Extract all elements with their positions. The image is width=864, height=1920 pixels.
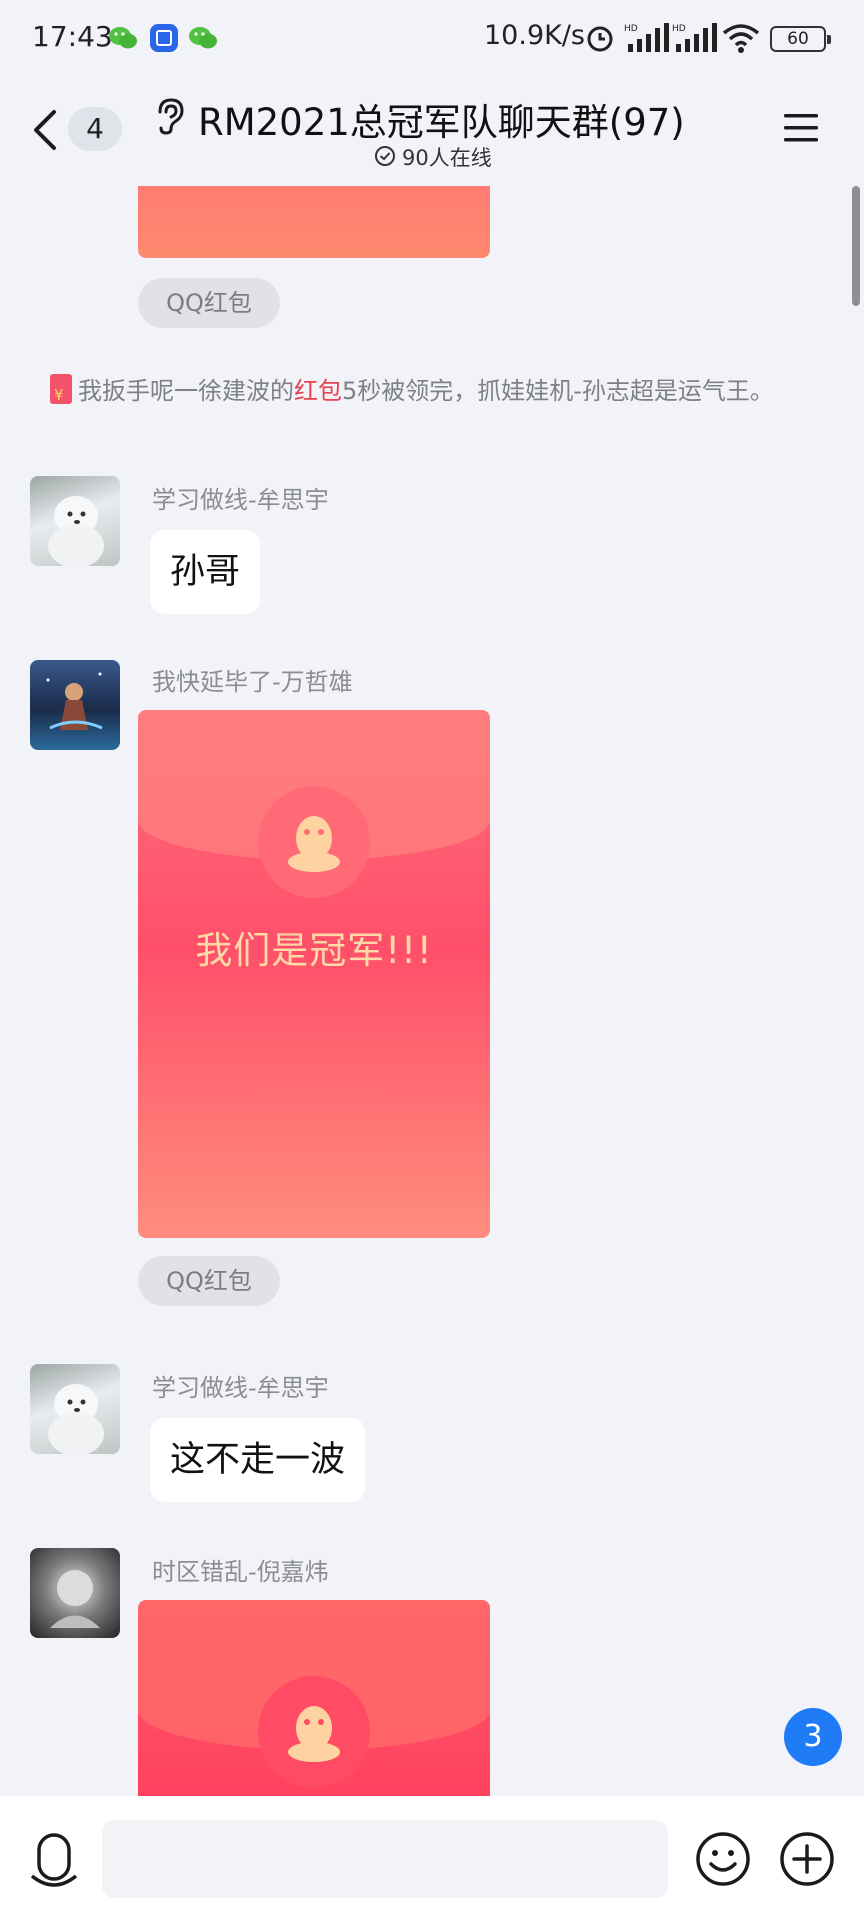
- avatar[interactable]: [30, 660, 120, 750]
- system-notice: 我扳手呢一徐建波的红包5秒被领完，抓娃娃机-孙志超是运气王。: [50, 374, 814, 412]
- svg-text:HD: HD: [624, 24, 638, 34]
- red-packet-card[interactable]: 我们是冠军!!!: [138, 710, 490, 1238]
- plus-circle-icon: [780, 1832, 834, 1886]
- red-packet-coin: [258, 1676, 370, 1788]
- chat-title: RM2021总冠军队聊天群(97): [198, 101, 685, 144]
- input-bar: [0, 1796, 864, 1920]
- chat-title-area[interactable]: RM2021总冠军队聊天群(97): [150, 92, 690, 144]
- menu-icon: [784, 114, 818, 142]
- new-message-badge[interactable]: 3: [784, 1708, 842, 1766]
- message-bubble[interactable]: 这不走一波: [150, 1418, 366, 1502]
- voice-button[interactable]: [30, 1832, 78, 1894]
- wechat-icon: [108, 24, 137, 52]
- red-packet-card[interactable]: [138, 1600, 490, 1796]
- red-packet-text: 我们是冠军!!!: [195, 929, 433, 972]
- status-time: 17:43: [32, 20, 113, 53]
- microphone-icon: [30, 1833, 78, 1887]
- avatar[interactable]: [30, 1548, 120, 1638]
- menu-button[interactable]: [782, 111, 820, 145]
- wechat-icon: [188, 24, 217, 52]
- chat-header: 4 RM2021总冠军队聊天群(97) 90人在线: [0, 78, 864, 186]
- emoji-button[interactable]: [694, 1830, 752, 1888]
- message-input[interactable]: [102, 1820, 668, 1898]
- scrollbar[interactable]: [852, 186, 860, 306]
- avatar[interactable]: [30, 476, 120, 566]
- back-button[interactable]: 4: [30, 104, 122, 156]
- chevron-left-icon: [34, 110, 56, 150]
- smiley-icon: [696, 1832, 750, 1886]
- red-packet-card[interactable]: [138, 186, 490, 258]
- svg-text:HD: HD: [672, 24, 686, 34]
- signal-icon: HD: [672, 22, 720, 58]
- status-bar: 17:43 10.9K/s HD HD 60: [0, 0, 864, 78]
- avatar[interactable]: [30, 1364, 120, 1454]
- signal-icon: HD: [624, 22, 672, 58]
- sender-name: 学习做线-牟思宇: [152, 1374, 329, 1402]
- message-list[interactable]: QQ红包 我扳手呢一徐建波的红包5秒被领完，抓娃娃机-孙志超是运气王。 学习做线…: [0, 186, 864, 1796]
- add-button[interactable]: [778, 1830, 836, 1888]
- qq-penguin-icon: [288, 1706, 340, 1762]
- network-speed: 10.9K/s: [484, 20, 585, 51]
- sender-name: 时区错乱-倪嘉炜: [152, 1558, 329, 1586]
- app-badge-icon: [150, 24, 178, 52]
- message-bubble[interactable]: 孙哥: [150, 530, 261, 614]
- ear-icon: [158, 98, 184, 135]
- check-circle-icon: [375, 146, 395, 166]
- sender-name: 我快延毕了-万哲雄: [152, 668, 353, 696]
- battery-indicator: 60: [770, 26, 831, 52]
- red-packet-link[interactable]: 红包: [294, 377, 342, 405]
- sender-name: 学习做线-牟思宇: [152, 486, 329, 514]
- qq-penguin-icon: [288, 816, 340, 872]
- online-count: 90人在线: [402, 146, 492, 170]
- red-packet-tag: QQ红包: [138, 1256, 280, 1306]
- red-packet-tag: QQ红包: [138, 278, 280, 328]
- red-packet-icon: [50, 374, 72, 412]
- unread-count-badge: 4: [68, 107, 122, 151]
- alarm-icon: [584, 22, 616, 58]
- red-packet-coin: [258, 786, 370, 898]
- wifi-icon: [722, 22, 760, 58]
